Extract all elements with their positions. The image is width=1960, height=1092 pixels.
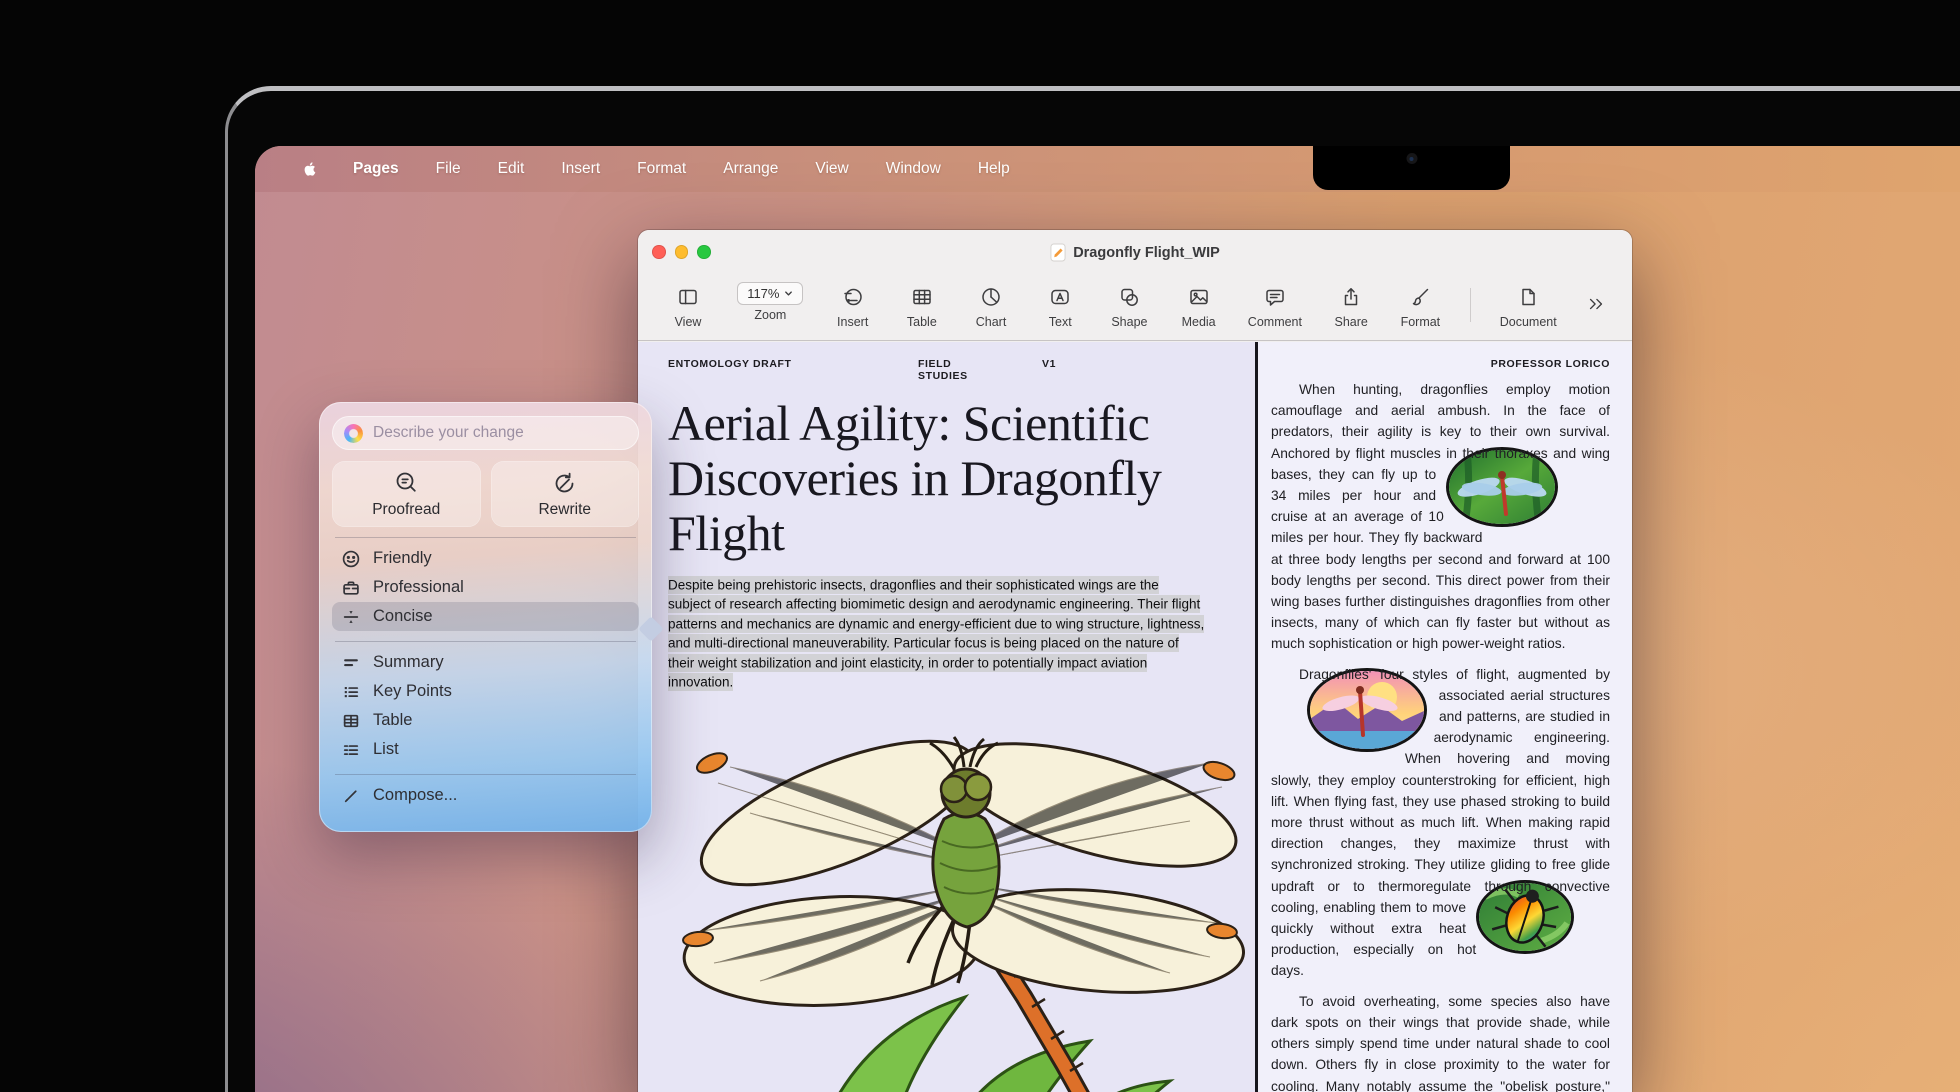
document-button[interactable]: Document bbox=[1500, 282, 1557, 329]
format-button[interactable]: Format bbox=[1400, 282, 1440, 329]
format-option-key-points[interactable]: Key Points bbox=[332, 677, 639, 706]
document-canvas: ENTOMOLOGY DRAFT FIELD STUDIES V1 Aerial… bbox=[638, 342, 1632, 1092]
share-icon bbox=[1340, 282, 1362, 312]
magnifier-icon bbox=[393, 470, 420, 497]
rewrite-circle-icon bbox=[551, 470, 578, 497]
pages-window: Dragonfly Flight_WIP View 117% Zoom bbox=[638, 230, 1632, 1092]
summary-lines-icon bbox=[341, 654, 361, 672]
smiley-icon bbox=[341, 550, 361, 568]
chart-button[interactable]: Chart bbox=[971, 282, 1011, 329]
macbook-screenshot: Pages File Edit Insert Format Arrange Vi… bbox=[0, 0, 1960, 1092]
view-button[interactable]: View bbox=[668, 282, 708, 329]
text-button[interactable]: Text bbox=[1040, 282, 1080, 329]
document-heading[interactable]: Aerial Agility: Scientific Discoveries i… bbox=[668, 396, 1213, 561]
document-proxy-icon bbox=[1050, 243, 1066, 262]
popover-divider bbox=[335, 537, 636, 538]
doc-header-version[interactable]: V1 bbox=[1042, 358, 1056, 382]
doc-byline[interactable]: PROFESSOR LORICO bbox=[1271, 358, 1610, 370]
popover-divider bbox=[335, 641, 636, 642]
toolbar: View 117% Zoom Insert bbox=[638, 275, 1632, 341]
paintbrush-icon bbox=[1409, 282, 1431, 312]
camera-icon bbox=[1406, 153, 1417, 164]
media-button[interactable]: Media bbox=[1179, 282, 1219, 329]
proofread-button[interactable]: Proofread bbox=[332, 461, 481, 527]
dash-list-icon bbox=[341, 741, 361, 759]
compose-option[interactable]: Compose... bbox=[332, 781, 639, 810]
menu-insert[interactable]: Insert bbox=[561, 160, 600, 178]
briefcase-icon bbox=[341, 579, 361, 597]
format-option-summary[interactable]: Summary bbox=[332, 648, 639, 677]
table-button[interactable]: Table bbox=[902, 282, 942, 329]
apple-intelligence-icon bbox=[344, 424, 363, 443]
describe-change-field[interactable] bbox=[332, 416, 639, 450]
double-chevron-right-icon bbox=[1586, 294, 1606, 314]
photo-icon bbox=[1188, 282, 1210, 312]
doc-header-left[interactable]: ENTOMOLOGY DRAFT bbox=[668, 358, 918, 382]
menu-pages[interactable]: Pages bbox=[353, 160, 399, 178]
style-option-concise[interactable]: Concise bbox=[332, 602, 639, 631]
doc-header-center[interactable]: FIELD STUDIES bbox=[918, 358, 1004, 382]
dragonfly-illustration[interactable] bbox=[670, 701, 1246, 1092]
paragraph-3[interactable]: To avoid overheating, some species also … bbox=[1271, 991, 1610, 1092]
compose-pencil-icon bbox=[341, 787, 361, 805]
popover-divider bbox=[335, 774, 636, 775]
apple-icon bbox=[301, 160, 316, 178]
share-button[interactable]: Share bbox=[1331, 282, 1371, 329]
menu-format[interactable]: Format bbox=[637, 160, 686, 178]
compress-icon bbox=[341, 608, 361, 626]
paragraph-3-text: To avoid overheating, some species also … bbox=[1271, 994, 1610, 1092]
style-option-professional[interactable]: Professional bbox=[332, 573, 639, 602]
zoom-control[interactable]: 117% Zoom bbox=[737, 282, 803, 322]
zoom-value: 117% bbox=[747, 286, 779, 301]
text-box-icon bbox=[1049, 282, 1071, 312]
table-grid-icon bbox=[341, 712, 361, 730]
menu-arrange[interactable]: Arrange bbox=[723, 160, 778, 178]
insert-icon bbox=[842, 282, 864, 312]
table-icon bbox=[911, 282, 933, 312]
writing-tools-popover: Proofread Rewrite Friendly bbox=[319, 402, 652, 832]
paragraph-2-text-a: Dragonflies' bbox=[1299, 667, 1371, 682]
window-title: Dragonfly Flight_WIP bbox=[1073, 245, 1220, 261]
selection-highlight: Despite being prehistoric insects, drago… bbox=[668, 576, 1204, 692]
rewrite-label: Rewrite bbox=[538, 501, 591, 519]
shapes-icon bbox=[1118, 282, 1140, 312]
comment-bubble-icon bbox=[1264, 282, 1286, 312]
menu-help[interactable]: Help bbox=[978, 160, 1010, 178]
format-option-table[interactable]: Table bbox=[332, 706, 639, 735]
selected-paragraph[interactable]: Despite being prehistoric insects, drago… bbox=[668, 575, 1205, 693]
page-left-column[interactable]: ENTOMOLOGY DRAFT FIELD STUDIES V1 Aerial… bbox=[638, 342, 1258, 1092]
desktop: Pages File Edit Insert Format Arrange Vi… bbox=[255, 146, 1960, 1092]
comment-button[interactable]: Comment bbox=[1248, 282, 1302, 329]
toolbar-separator bbox=[1470, 288, 1471, 322]
describe-change-input[interactable] bbox=[371, 423, 627, 443]
format-option-list[interactable]: List bbox=[332, 735, 639, 764]
menu-file[interactable]: File bbox=[436, 160, 461, 178]
bullet-list-icon bbox=[341, 683, 361, 701]
document-icon bbox=[1517, 282, 1539, 312]
proofread-label: Proofread bbox=[372, 501, 440, 519]
paragraph-2[interactable]: Dragonflies' bbox=[1271, 664, 1610, 982]
more-toolbar-items-button[interactable] bbox=[1586, 289, 1606, 319]
paragraph-1-text-b: by flight muscles in their thoraxes and … bbox=[1271, 446, 1610, 652]
shape-button[interactable]: Shape bbox=[1109, 282, 1149, 329]
menu-edit[interactable]: Edit bbox=[498, 160, 525, 178]
insert-button[interactable]: Insert bbox=[833, 282, 873, 329]
camera-notch bbox=[1313, 146, 1510, 190]
chevron-down-icon bbox=[784, 289, 793, 298]
paragraph-1[interactable]: When hunting, dragonflies employ motion … bbox=[1271, 379, 1610, 655]
zoom-chip[interactable]: 117% bbox=[737, 282, 803, 305]
menu-window[interactable]: Window bbox=[886, 160, 941, 178]
menu-bar: Pages File Edit Insert Format Arrange Vi… bbox=[255, 146, 1960, 192]
apple-menu[interactable] bbox=[301, 160, 316, 178]
pie-chart-icon bbox=[980, 282, 1002, 312]
rewrite-button[interactable]: Rewrite bbox=[491, 461, 640, 527]
title-bar[interactable]: Dragonfly Flight_WIP bbox=[638, 230, 1632, 275]
page-right-column[interactable]: PROFESSOR LORICO When hunting, dragonfli… bbox=[1258, 342, 1632, 1092]
style-option-friendly[interactable]: Friendly bbox=[332, 544, 639, 573]
sidebar-icon bbox=[677, 282, 699, 312]
menu-view[interactable]: View bbox=[815, 160, 848, 178]
